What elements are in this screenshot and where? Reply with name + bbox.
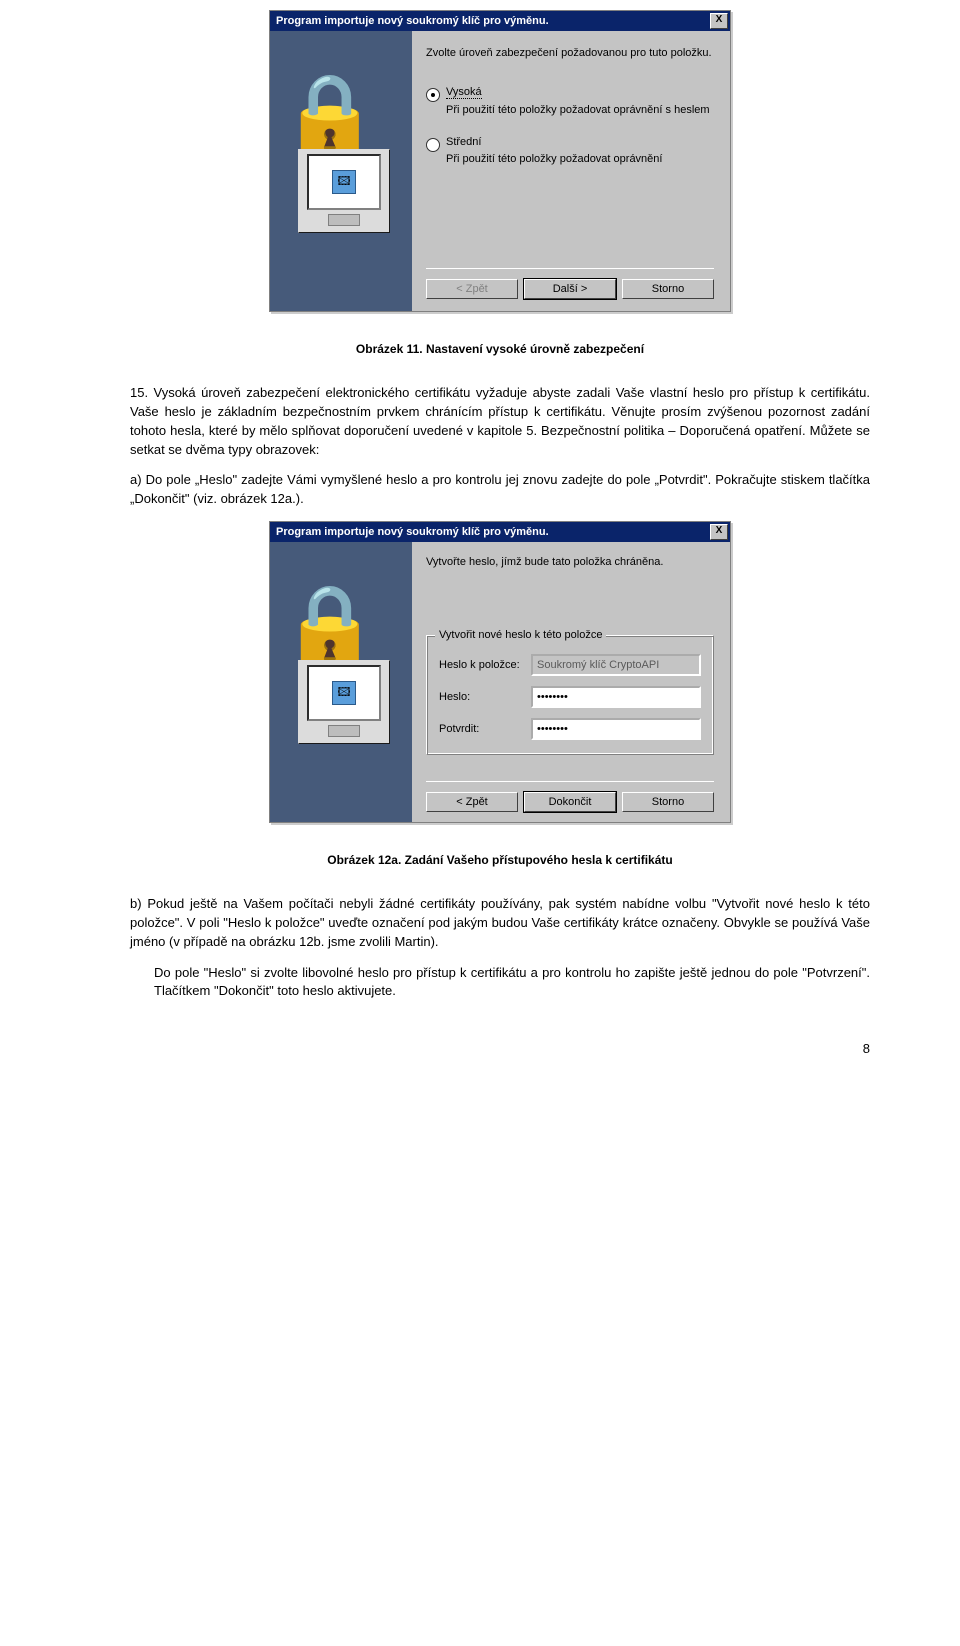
label-item-password: Heslo k položce: xyxy=(439,659,531,671)
figure-caption-11: Obrázek 11. Nastavení vysoké úrovně zabe… xyxy=(130,342,870,356)
fieldset-legend: Vytvořit nové heslo k této položce xyxy=(435,629,606,641)
dialog-security-level: Program importuje nový soukromý klíč pro… xyxy=(269,10,731,312)
item-name-input: Soukromý klíč CryptoAPI xyxy=(531,654,701,676)
monitor-icon: 🖾 xyxy=(298,660,390,744)
radio-medium-title: Střední xyxy=(446,136,481,148)
cancel-button[interactable]: Storno xyxy=(622,279,714,299)
monitor-icon: 🖾 xyxy=(298,149,390,233)
page-number: 8 xyxy=(130,1041,870,1056)
confirm-password-input[interactable]: •••••••• xyxy=(531,718,701,740)
label-confirm: Potvrdit: xyxy=(439,723,531,735)
close-button[interactable]: X xyxy=(710,524,728,540)
dialog-buttons: < Zpět Další > Storno xyxy=(426,268,714,299)
paragraph-b2: Do pole "Heslo" si zvolte libovolné hesl… xyxy=(130,964,870,1002)
password-input[interactable]: •••••••• xyxy=(531,686,701,708)
paragraph-b1: b) Pokud ještě na Vašem počítači nebyli … xyxy=(130,895,870,952)
dialog2-intro: Vytvořte heslo, jímž bude tato položka c… xyxy=(426,554,714,571)
finish-button[interactable]: Dokončit xyxy=(524,792,616,812)
padlock-icon: 🔒 xyxy=(280,75,380,155)
dialog-sidepanel: 🔒 🖾 xyxy=(270,542,412,822)
password-fieldset: Vytvořit nové heslo k této položce Heslo… xyxy=(426,635,714,755)
radio-icon xyxy=(426,88,440,102)
dialog-buttons: < Zpět Dokončit Storno xyxy=(426,781,714,812)
titlebar: Program importuje nový soukromý klíč pro… xyxy=(270,522,730,542)
titlebar-text: Program importuje nový soukromý klíč pro… xyxy=(276,15,710,27)
dialog-create-password: Program importuje nový soukromý klíč pro… xyxy=(269,521,731,823)
titlebar: Program importuje nový soukromý klíč pro… xyxy=(270,11,730,31)
paragraph-15: 15. Vysoká úroveň zabezpečení elektronic… xyxy=(130,384,870,459)
next-button[interactable]: Další > xyxy=(524,279,616,299)
radio-high-desc: Při použití této položky požadovat opráv… xyxy=(446,102,710,119)
label-password: Heslo: xyxy=(439,691,531,703)
radio-option-medium[interactable]: Střední Při použití této položky požadov… xyxy=(426,136,714,168)
paragraph-a: a) Do pole „Heslo" zadejte Vámi vymyšlen… xyxy=(130,471,870,509)
radio-high-title: Vysoká xyxy=(446,86,482,99)
back-button[interactable]: < Zpět xyxy=(426,279,518,299)
dialog-intro: Zvolte úroveň zabezpečení požadovanou pr… xyxy=(426,45,714,62)
padlock-icon: 🔒 xyxy=(280,586,380,666)
back-button[interactable]: < Zpět xyxy=(426,792,518,812)
radio-icon xyxy=(426,138,440,152)
radio-medium-desc: Při použití této položky požadovat opráv… xyxy=(446,151,662,168)
figure-caption-12a: Obrázek 12a. Zadání Vašeho přístupového … xyxy=(130,853,870,867)
radio-option-high[interactable]: Vysoká Při použití této položky požadova… xyxy=(426,86,714,119)
dialog-sidepanel: 🔒 🖾 xyxy=(270,31,412,311)
close-button[interactable]: X xyxy=(710,13,728,29)
titlebar-text: Program importuje nový soukromý klíč pro… xyxy=(276,526,710,538)
cancel-button[interactable]: Storno xyxy=(622,792,714,812)
